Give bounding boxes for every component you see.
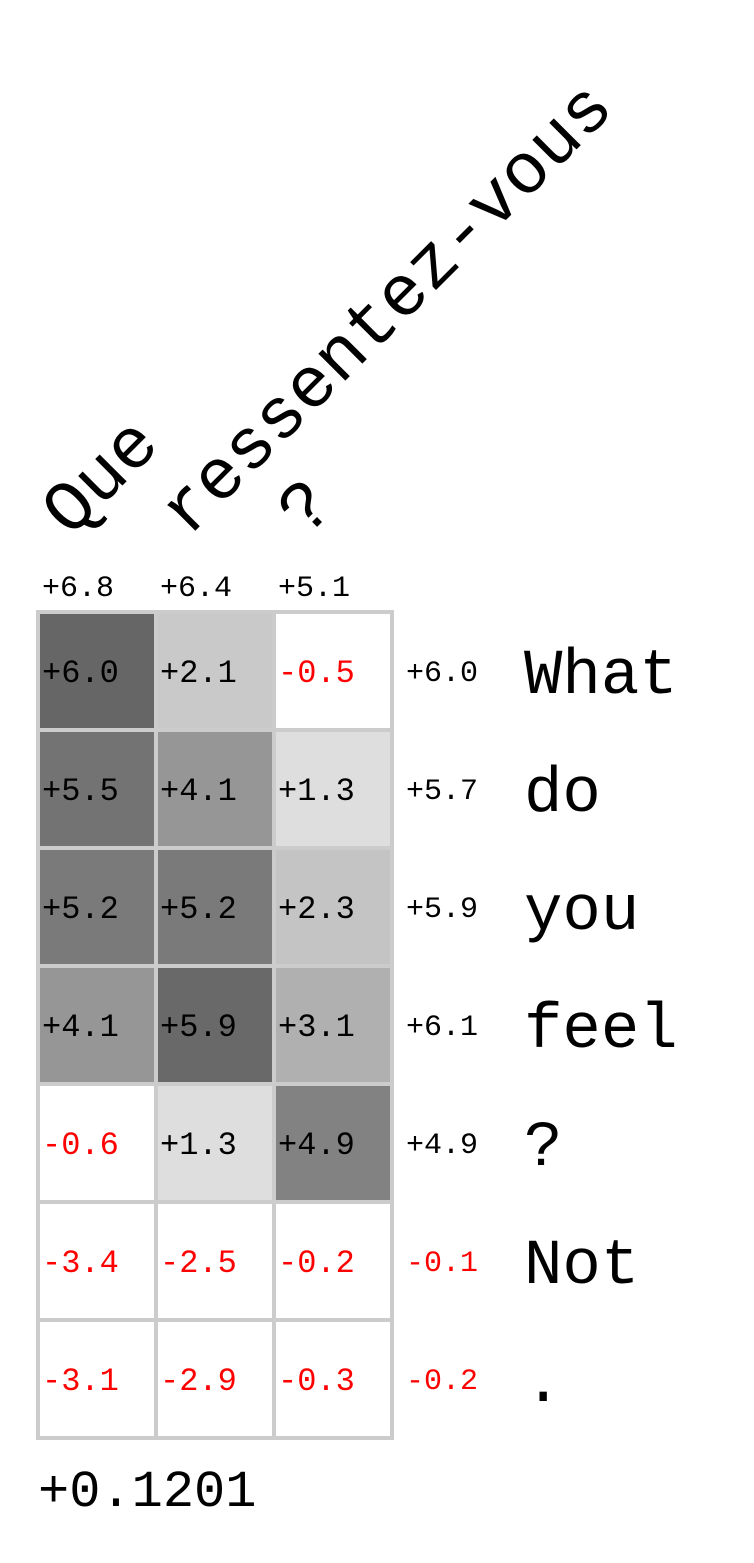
cell-value-label: +5.9 [160,1009,237,1046]
cell-value-label: -0.5 [278,655,355,692]
row-max-label: +5.7 [406,775,478,809]
cell-value-label: +6.0 [42,655,119,692]
cell-value-label: -0.3 [278,1363,355,1400]
heatmap-svg: +6.0 +2.1 -0.5 +5.5 +4.1 +1.3 +5.2 +5.2 +2.3 +4.1… [28,68,678,1522]
cell-value-label: +5.2 [42,891,119,928]
cell-value-label: -3.1 [42,1363,119,1400]
cell-value-label: +4.9 [278,1127,355,1164]
overall-score: +0.1201 [38,1463,256,1522]
column-token-label: Que [28,404,178,554]
cell-value-label: +2.3 [278,891,355,928]
cell-value-label: -0.6 [42,1127,119,1164]
attention-heatmap: +6.0 +2.1 -0.5 +5.5 +4.1 +1.3 +5.2 +5.2 +2.3 +4.1… [0,0,754,1558]
cell-value-label: +1.3 [278,773,355,810]
cell-value-label: +4.1 [42,1009,119,1046]
row-max-label: +6.0 [406,657,478,691]
cell-value-label: +3.1 [278,1009,355,1046]
column-token-label: ressentez-vous [146,68,632,554]
row-token-label: What [524,641,678,713]
row-max-label: +4.9 [406,1129,478,1163]
column-max-label: +6.8 [42,572,114,606]
row-max-label: -0.2 [406,1365,478,1399]
row-token-label: you [524,877,639,949]
cell-value-label: +5.2 [160,891,237,928]
column-max-label: +5.1 [278,572,350,606]
cell-value-label: -3.4 [42,1245,119,1282]
row-max-label: -0.1 [406,1247,478,1281]
cell-value-label: +1.3 [160,1127,237,1164]
row-token-label: feel [524,995,678,1067]
cell-value-label: +4.1 [160,773,237,810]
cell-value-label: +5.5 [42,773,119,810]
row-token-label: . [524,1349,562,1421]
cell-value-label: +2.1 [160,655,237,692]
cell-value-label: -0.2 [278,1245,355,1282]
row-token-label: Not [524,1231,639,1303]
row-token-label: ? [524,1113,562,1185]
cell-value-label: -2.5 [160,1245,237,1282]
row-token-label: do [524,759,601,831]
cell-value-label: -2.9 [160,1363,237,1400]
row-max-label: +5.9 [406,893,478,927]
row-max-label: +6.1 [406,1011,478,1045]
column-max-label: +6.4 [160,572,232,606]
